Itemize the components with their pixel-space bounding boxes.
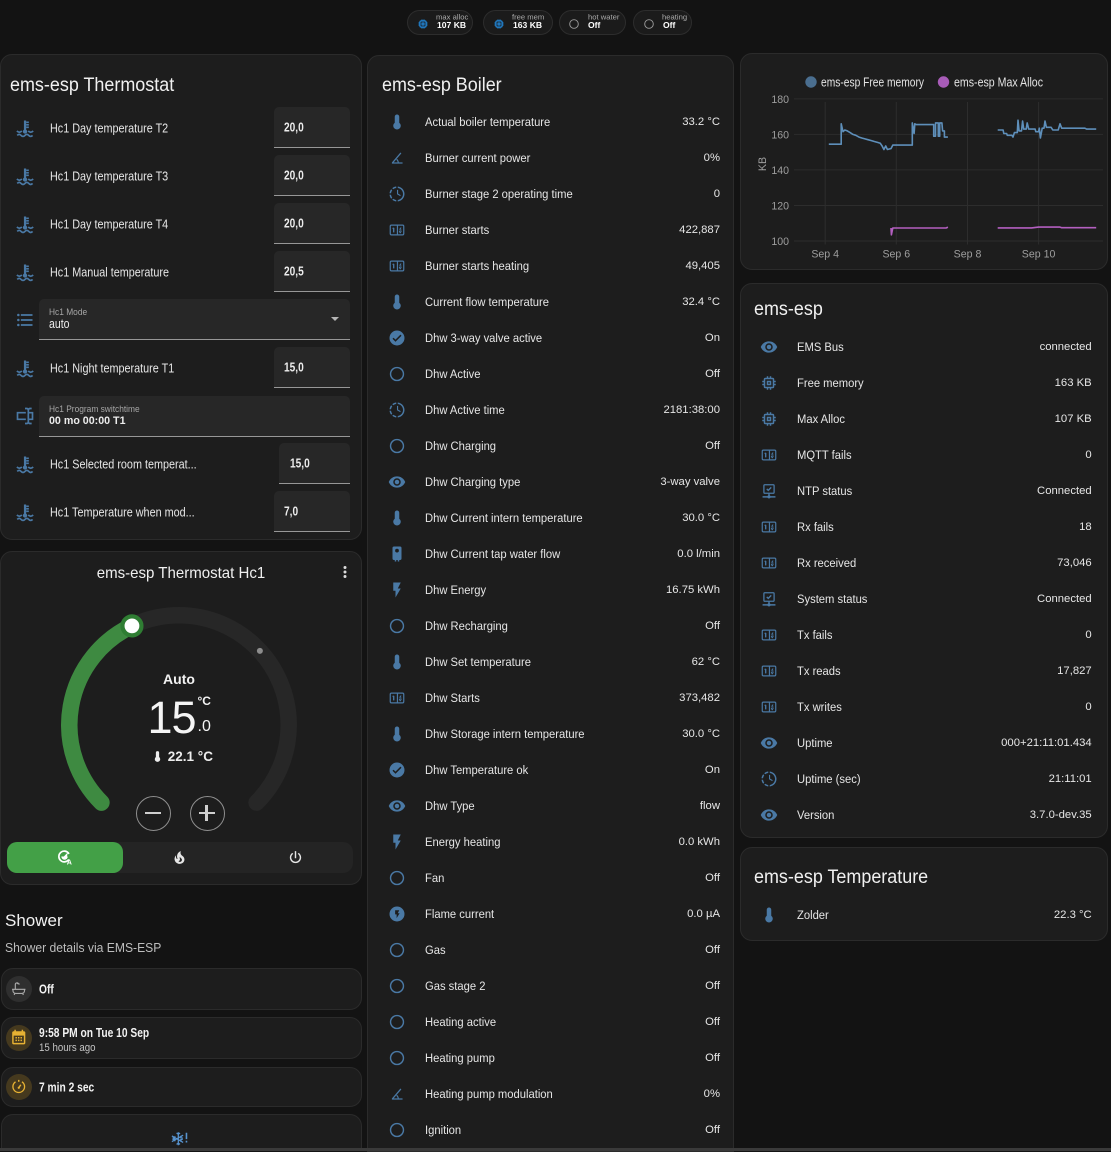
svg-text:100: 100 [771, 236, 789, 248]
svg-text:Sep 10: Sep 10 [1021, 248, 1055, 260]
svg-text:ems-esp Max Alloc: ems-esp Max Alloc [954, 75, 1043, 89]
svg-text:140: 140 [771, 165, 789, 177]
svg-text:Sep 8: Sep 8 [953, 248, 981, 260]
svg-text:160: 160 [771, 129, 789, 141]
svg-text:120: 120 [771, 200, 789, 212]
svg-text:KB: KB [757, 156, 769, 170]
svg-text:180: 180 [771, 94, 789, 106]
svg-text:Sep 4: Sep 4 [811, 248, 839, 260]
svg-text:Sep 6: Sep 6 [882, 248, 910, 260]
svg-text:ems-esp Free memory: ems-esp Free memory [821, 75, 925, 89]
